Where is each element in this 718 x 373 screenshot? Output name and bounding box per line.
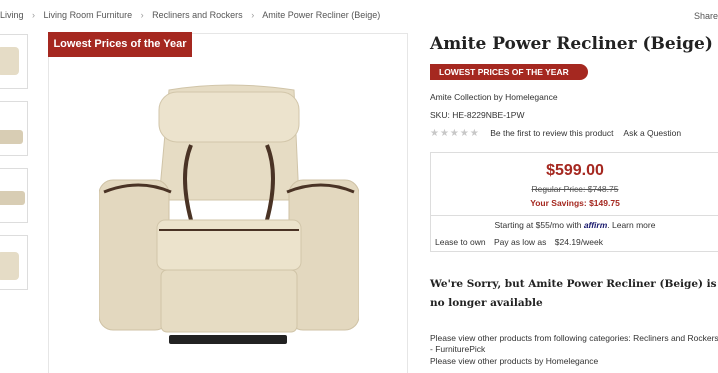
collection-text: Amite Collection by	[430, 92, 506, 102]
thumbnail-strip	[0, 34, 28, 302]
savings: Your Savings: $149.75	[530, 198, 620, 208]
sale-price: $599.00	[546, 162, 604, 179]
affirm-prefix: Starting at $55/mo with	[494, 220, 584, 230]
brand-link[interactable]: Homelegance	[505, 92, 557, 102]
breadcrumb-living[interactable]: Living	[0, 10, 24, 20]
breadcrumb-living-room-furniture[interactable]: Living Room Furniture	[44, 10, 133, 20]
lease-pay-text: Pay as low as	[493, 237, 547, 247]
breadcrumb-recliners-and-rockers[interactable]: Recliners and Rockers	[152, 10, 243, 20]
product-title: Amite Power Recliner (Beige)	[430, 34, 713, 54]
lease-amount: $24.19/week	[554, 237, 603, 247]
breadcrumb-separator: ›	[32, 10, 36, 20]
regular-price: Regular Price: $748.75	[531, 184, 619, 194]
collection-line: Amite Collection by Homelegance	[430, 92, 558, 102]
lease-line: Lease to own Pay as low as $24.19/week	[435, 237, 609, 247]
thumbnail-3[interactable]	[0, 168, 28, 223]
unavailable-message: We're Sorry, but Amite Power Recliner (B…	[430, 278, 717, 309]
divider	[431, 215, 718, 216]
sku: SKU: HE-8229NBE-1PW	[430, 110, 525, 120]
ask-question-link[interactable]: Ask a Question	[623, 128, 681, 138]
other-brand-text[interactable]: Please view other products by Homeleganc…	[430, 356, 718, 367]
breadcrumb-separator: ›	[251, 10, 255, 20]
affirm-line: Starting at $55/mo with affirm. Learn mo…	[431, 220, 718, 230]
affirm-logo: affirm	[583, 220, 608, 230]
recliner-image	[99, 84, 359, 344]
main-product-image[interactable]	[48, 33, 408, 373]
rating-stars: ★★★★★	[430, 128, 480, 139]
thumbnail-2[interactable]	[0, 101, 28, 156]
breadcrumb-current: Amite Power Recliner (Beige)	[262, 10, 381, 20]
price-box: $599.00 Regular Price: $748.75 Your Savi…	[430, 152, 718, 252]
affirm-learn-more-link[interactable]: . Learn more	[607, 220, 655, 230]
promo-banner: Lowest Prices of the Year	[48, 32, 192, 57]
thumbnail-1[interactable]	[0, 34, 28, 89]
breadcrumb-separator: ›	[140, 10, 144, 20]
sale-pill: LOWEST PRICES OF THE YEAR	[430, 64, 588, 80]
write-review-link[interactable]: Be the first to review this product	[490, 128, 613, 138]
lease-label[interactable]: Lease to own	[435, 237, 486, 247]
other-categories-text[interactable]: Please view other products from followin…	[430, 333, 718, 355]
share-button[interactable]: Share	[694, 11, 718, 21]
thumbnail-4[interactable]	[0, 235, 28, 290]
breadcrumb: Living › Living Room Furniture › Recline…	[0, 10, 380, 20]
review-line: ★★★★★ Be the first to review this produc…	[430, 128, 681, 139]
